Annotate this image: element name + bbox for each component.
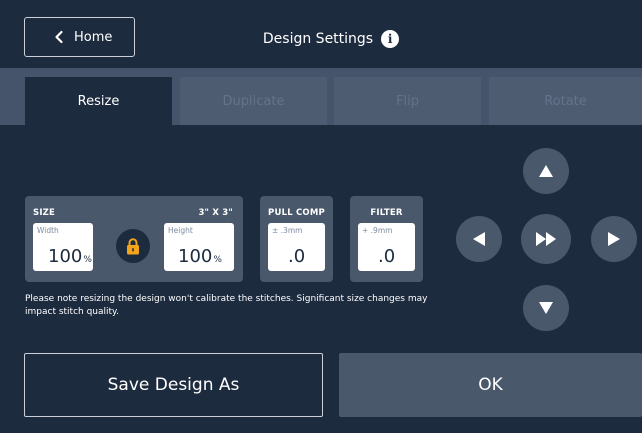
fast-forward-icon: [536, 232, 556, 246]
filter-field[interactable]: + .9mm .0: [358, 223, 415, 271]
info-icon[interactable]: i: [381, 30, 400, 48]
height-unit: %: [213, 255, 222, 265]
height-value-wrap: 100%: [178, 246, 222, 267]
height-field-label: Height: [168, 226, 193, 235]
title-area: Design Settings i: [0, 0, 642, 78]
aspect-lock-button[interactable]: [116, 229, 150, 263]
size-label: SIZE: [33, 208, 56, 218]
lock-icon: [127, 237, 139, 254]
size-dimensions: 3" X 3": [198, 208, 233, 218]
width-value-wrap: 100%: [48, 246, 92, 267]
nudge-left-button[interactable]: [456, 216, 502, 262]
width-field-label: Width: [37, 226, 59, 235]
tab-duplicate[interactable]: Duplicate: [180, 77, 327, 125]
nudge-up-button[interactable]: [523, 148, 569, 194]
size-panel: SIZE 3" X 3" Width 100% Height 100%: [25, 196, 243, 282]
pull-comp-field[interactable]: ± .3mm .0: [268, 223, 325, 271]
arrow-up-icon: [539, 165, 553, 177]
nudge-speed-button[interactable]: [521, 214, 571, 264]
pull-comp-value: .0: [288, 246, 306, 267]
height-field[interactable]: Height 100%: [164, 223, 234, 271]
nudge-down-button[interactable]: [523, 285, 569, 331]
filter-panel: FILTER + .9mm .0: [350, 196, 423, 282]
nudge-right-button[interactable]: [591, 216, 637, 262]
tab-resize[interactable]: Resize: [25, 77, 172, 125]
pull-comp-label: PULL COMP: [268, 208, 325, 218]
width-field[interactable]: Width 100%: [33, 223, 93, 271]
save-design-as-button[interactable]: Save Design As: [24, 353, 323, 417]
arrow-down-icon: [539, 302, 553, 314]
height-value: 100: [178, 246, 213, 267]
pull-comp-range: ± .3mm: [272, 226, 303, 235]
filter-value: .0: [378, 246, 396, 267]
resize-note: Please note resizing the design won't ca…: [25, 294, 428, 317]
width-unit: %: [83, 255, 92, 265]
tab-rotate[interactable]: Rotate: [489, 77, 642, 125]
filter-label: FILTER: [370, 208, 403, 218]
pull-comp-panel: PULL COMP ± .3mm .0: [260, 196, 333, 282]
ok-button[interactable]: OK: [339, 353, 642, 417]
width-value: 100: [48, 246, 83, 267]
arrow-right-icon: [608, 232, 620, 246]
tab-bar: Resize Duplicate Flip Rotate: [0, 68, 642, 125]
arrow-left-icon: [473, 232, 485, 246]
tab-flip[interactable]: Flip: [334, 77, 481, 125]
page-title: Design Settings: [262, 31, 374, 47]
filter-range: + .9mm: [362, 226, 393, 235]
